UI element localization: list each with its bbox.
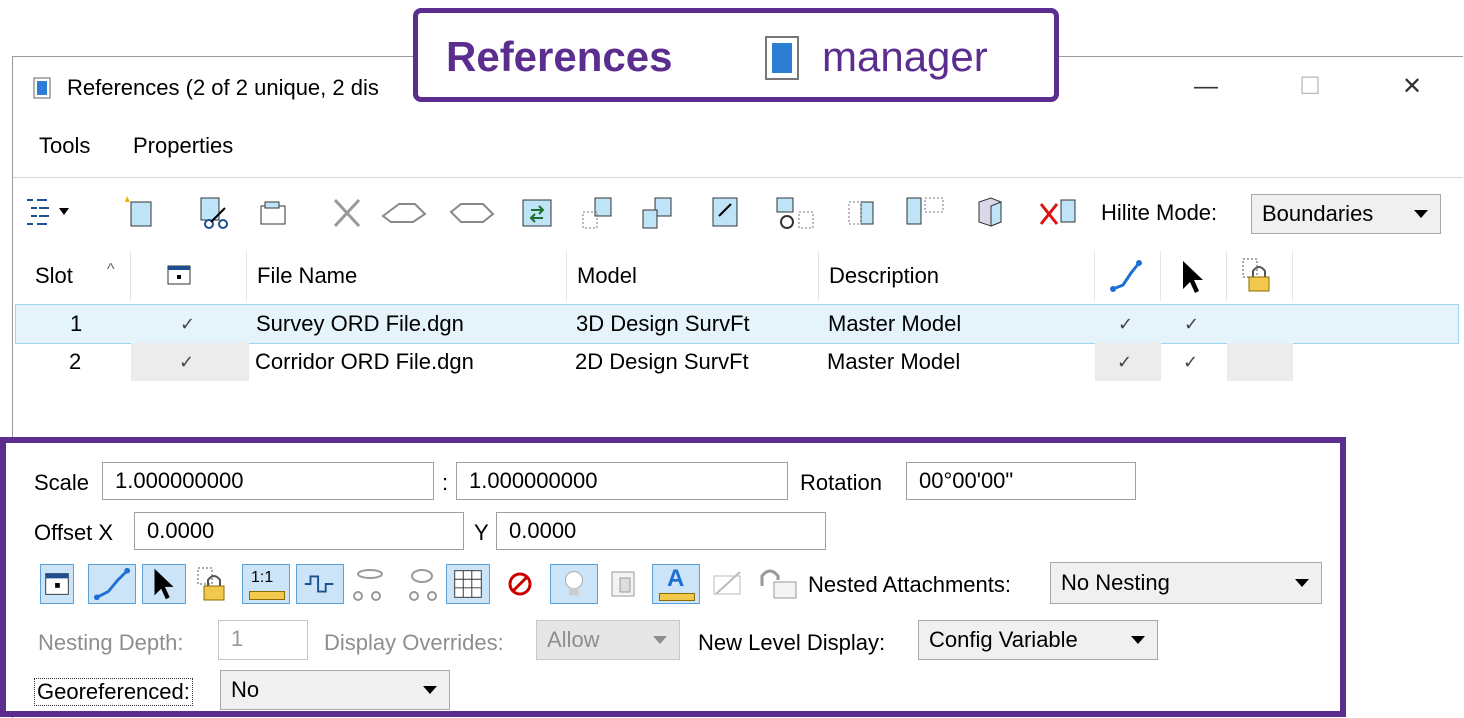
hilite-mode-select[interactable]: Boundaries xyxy=(1251,194,1441,234)
model-cell: 2D Design SurvFt xyxy=(575,349,749,374)
mirror-vertical-icon[interactable] xyxy=(903,192,947,232)
column-slot[interactable]: Slot ^ xyxy=(13,251,131,301)
document-icon xyxy=(33,77,51,99)
scale-icon[interactable] xyxy=(707,192,743,232)
table-row[interactable]: 2 ✓ Corridor ORD File.dgn 2D Design Surv… xyxy=(15,343,1459,381)
mirror-horizontal-icon[interactable] xyxy=(843,192,879,232)
description-cell: Master Model xyxy=(828,311,962,336)
column-description[interactable]: Description xyxy=(819,251,1095,301)
references-table-header: Slot ^ File Name Model Description xyxy=(13,251,1463,301)
properties-highlight-frame xyxy=(0,437,1346,717)
snap-line-icon xyxy=(1110,260,1142,292)
file-name-cell: Survey ORD File.dgn xyxy=(256,311,464,336)
column-file-name[interactable]: File Name xyxy=(247,251,567,301)
detach-reference-icon[interactable] xyxy=(195,192,231,232)
references-manager-banner: References manager xyxy=(413,8,1059,102)
menu-bar: Tools Properties xyxy=(13,123,1463,161)
minimize-button[interactable]: — xyxy=(1181,67,1231,107)
column-snap[interactable] xyxy=(1095,251,1161,301)
display-check-icon[interactable]: ✓ xyxy=(179,343,194,381)
locate-check-icon[interactable]: ✓ xyxy=(1184,305,1199,343)
column-display[interactable] xyxy=(131,251,247,301)
column-lock[interactable] xyxy=(1227,251,1293,301)
model-cell: 3D Design SurvFt xyxy=(576,311,750,336)
clip-boundary-icon[interactable] xyxy=(329,192,365,232)
display-check-icon[interactable]: ✓ xyxy=(180,305,195,343)
slot-cell: 1 xyxy=(70,311,83,336)
chevron-down-icon xyxy=(1414,210,1428,218)
column-model[interactable]: Model xyxy=(567,251,819,301)
cursor-arrow-icon xyxy=(1183,261,1203,293)
exchange-icon[interactable] xyxy=(519,192,555,232)
banner-title-rest: manager xyxy=(822,33,988,80)
toolbar: Hilite Mode: Boundaries xyxy=(13,177,1463,253)
move-icon[interactable] xyxy=(579,192,615,232)
copy-icon[interactable] xyxy=(639,192,675,232)
description-cell: Master Model xyxy=(827,349,961,374)
reload-reference-icon[interactable] xyxy=(255,192,291,232)
slot-cell: 2 xyxy=(69,349,82,374)
banner-title-bold: References xyxy=(446,33,673,80)
document-icon xyxy=(765,36,799,80)
table-row[interactable]: 1 ✓ Survey ORD File.dgn 3D Design SurvFt… xyxy=(15,304,1459,344)
locate-check-icon[interactable]: ✓ xyxy=(1183,343,1198,381)
close-button[interactable]: ✕ xyxy=(1387,67,1437,107)
rotate-icon[interactable] xyxy=(773,192,817,232)
snap-check-icon[interactable]: ✓ xyxy=(1118,305,1133,343)
lock-cell-bg xyxy=(1227,343,1293,381)
menu-properties[interactable]: Properties xyxy=(133,133,233,159)
hilite-mode-label: Hilite Mode: xyxy=(1101,200,1218,225)
column-locate[interactable] xyxy=(1161,251,1227,301)
hilite-mode-value: Boundaries xyxy=(1262,201,1374,226)
display-columns-icon[interactable] xyxy=(23,192,73,232)
snap-check-icon[interactable]: ✓ xyxy=(1117,343,1132,381)
3d-view-icon[interactable] xyxy=(971,192,1007,232)
delete-clip-icon[interactable] xyxy=(447,192,497,232)
sort-ascending-icon: ^ xyxy=(107,261,115,278)
menu-tools[interactable]: Tools xyxy=(39,133,90,159)
display-icon xyxy=(167,265,191,285)
file-name-cell: Corridor ORD File.dgn xyxy=(255,349,474,374)
window-title: References (2 of 2 unique, 2 dis xyxy=(67,75,379,100)
clip-mask-icon[interactable] xyxy=(379,192,429,232)
remove-reference-icon[interactable] xyxy=(1037,192,1081,232)
maximize-button[interactable]: ☐ xyxy=(1285,67,1335,107)
lock-icon xyxy=(1242,258,1270,292)
attach-reference-icon[interactable] xyxy=(121,192,157,232)
